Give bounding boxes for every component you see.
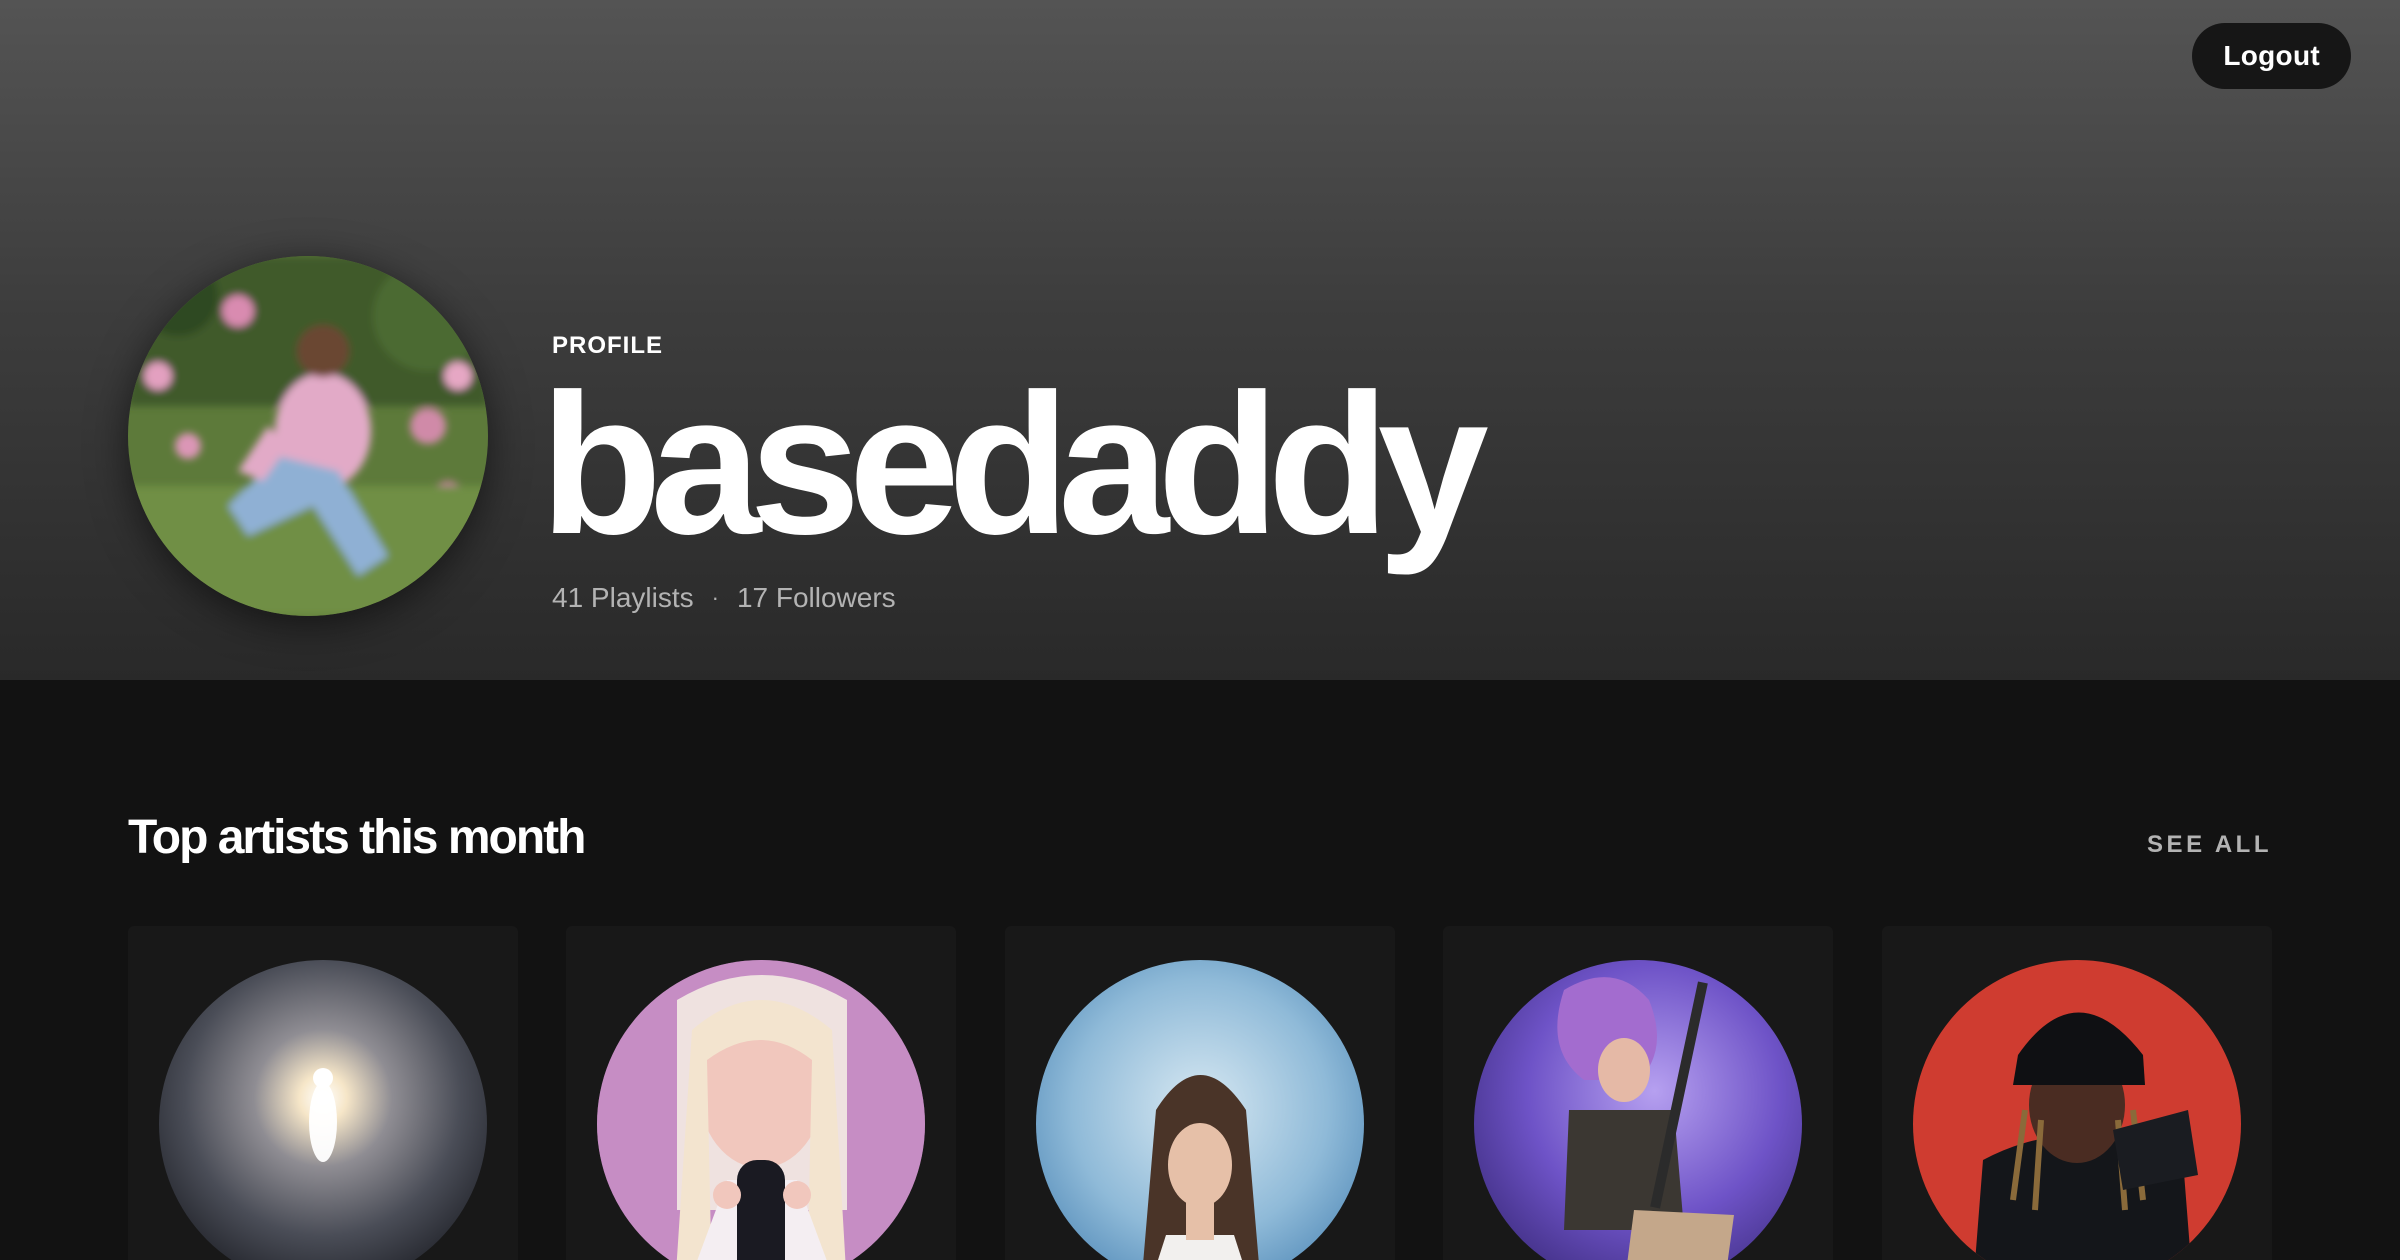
artist-card[interactable] bbox=[1005, 926, 1395, 1260]
man-black-beanie-red-background-art bbox=[1913, 960, 2241, 1260]
section-title: Top artists this month bbox=[128, 811, 586, 864]
artist-card[interactable] bbox=[1882, 926, 2272, 1260]
profile-header: Logout PROFILE basedaddy 41 Playlists · … bbox=[0, 0, 2400, 680]
glowing-figure-art bbox=[159, 960, 487, 1260]
profile-stats: 41 Playlists · 17 Followers bbox=[552, 582, 896, 614]
profile-page: Logout PROFILE basedaddy 41 Playlists · … bbox=[0, 0, 2400, 1260]
playlists-count[interactable]: 41 Playlists bbox=[552, 582, 694, 614]
artist-card[interactable] bbox=[128, 926, 518, 1260]
logout-button[interactable]: Logout bbox=[2192, 23, 2351, 89]
followers-count[interactable]: 17 Followers bbox=[737, 582, 896, 614]
profile-photo-image bbox=[128, 256, 488, 616]
page-title: basedaddy bbox=[540, 353, 1489, 576]
artist-cards bbox=[128, 926, 2272, 1260]
woman-blue-background-art bbox=[1036, 960, 1364, 1260]
guitarist-purple-stage-art bbox=[1474, 960, 1802, 1260]
artist-card[interactable] bbox=[1443, 926, 1833, 1260]
woman-with-microphone-art bbox=[597, 960, 925, 1260]
see-all-link[interactable]: SEE ALL bbox=[2147, 831, 2272, 859]
stats-separator: · bbox=[711, 585, 719, 610]
artist-card[interactable] bbox=[566, 926, 956, 1260]
avatar[interactable] bbox=[128, 256, 488, 616]
